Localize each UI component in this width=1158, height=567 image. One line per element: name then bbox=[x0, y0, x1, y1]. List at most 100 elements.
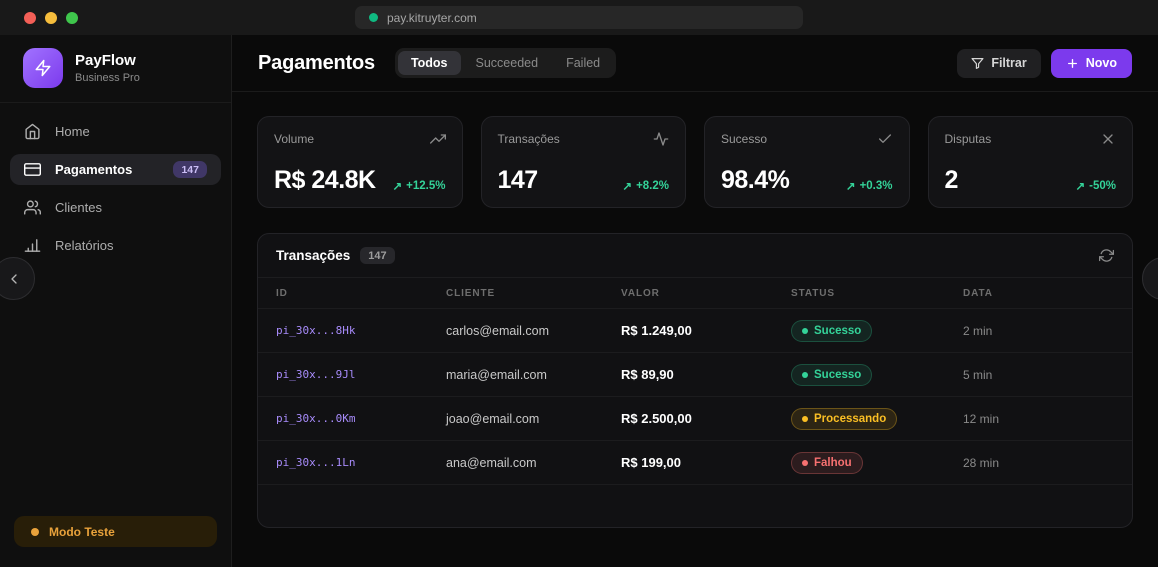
transaction-client: ana@email.com bbox=[446, 456, 621, 470]
transaction-amount: R$ 89,90 bbox=[621, 367, 791, 382]
table-footer-space bbox=[258, 484, 1132, 527]
url-text: pay.kitruyter.com bbox=[387, 11, 477, 25]
stat-label: Sucesso bbox=[721, 132, 767, 146]
sidebar: PayFlow Business Pro Home Pagamentos 147… bbox=[0, 35, 232, 567]
brand: PayFlow Business Pro bbox=[0, 35, 231, 103]
transaction-id: pi_30x...0Km bbox=[276, 412, 446, 425]
trend-arrow-icon: ↗ bbox=[846, 179, 856, 193]
status-dot-icon bbox=[802, 372, 808, 378]
trend-arrow-icon: ↗ bbox=[622, 179, 632, 193]
chevron-left-icon bbox=[6, 271, 22, 287]
payflow-logo bbox=[23, 48, 63, 88]
status-dot-icon bbox=[802, 416, 808, 422]
stat-value: 2 bbox=[945, 168, 958, 193]
transaction-amount: R$ 1.249,00 bbox=[621, 323, 791, 338]
transaction-client: carlos@email.com bbox=[446, 324, 621, 338]
x-icon bbox=[1100, 131, 1116, 147]
home-icon bbox=[24, 123, 41, 140]
stat-delta: ↗-50% bbox=[1076, 179, 1117, 193]
filter-tabs: Todos Succeeded Failed bbox=[395, 48, 616, 78]
column-header-cliente: CLIENTE bbox=[446, 288, 621, 299]
sidebar-item-pagamentos[interactable]: Pagamentos 147 bbox=[10, 154, 221, 185]
stats-row: Volume R$ 24.8K ↗+12.5% Transações 147 bbox=[257, 116, 1133, 208]
sidebar-item-home[interactable]: Home bbox=[10, 116, 221, 147]
stat-card-transacoes: Transações 147 ↗+8.2% bbox=[481, 116, 687, 208]
table-row[interactable]: pi_30x...0Km joao@email.com R$ 2.500,00 … bbox=[258, 396, 1132, 440]
refresh-button[interactable] bbox=[1099, 248, 1114, 263]
status-badge: Sucesso bbox=[791, 364, 872, 386]
users-icon bbox=[24, 199, 41, 216]
transaction-amount: R$ 2.500,00 bbox=[621, 411, 791, 426]
stat-card-sucesso: Sucesso 98.4% ↗+0.3% bbox=[704, 116, 910, 208]
tab-todos[interactable]: Todos bbox=[398, 51, 461, 75]
table-header-row: ID CLIENTE VALOR STATUS DATA bbox=[258, 277, 1132, 308]
address-bar[interactable]: pay.kitruyter.com bbox=[355, 6, 803, 29]
brand-name: PayFlow bbox=[75, 52, 140, 69]
status-dot-icon bbox=[802, 460, 808, 466]
transaction-id: pi_30x...1Ln bbox=[276, 456, 446, 469]
column-header-data: DATA bbox=[963, 288, 1114, 299]
transaction-amount: R$ 199,00 bbox=[621, 455, 791, 470]
status-badge: Processando bbox=[791, 408, 897, 430]
main-content: Pagamentos Todos Succeeded Failed Filtra… bbox=[232, 35, 1158, 567]
window-controls bbox=[24, 12, 78, 24]
stat-value: 147 bbox=[498, 168, 538, 193]
page-header: Pagamentos Todos Succeeded Failed Filtra… bbox=[232, 35, 1158, 92]
page-title: Pagamentos bbox=[258, 52, 375, 75]
transactions-card: Transações 147 ID CLIENTE VALOR STATUS D… bbox=[257, 233, 1133, 528]
trend-arrow-icon: ↗ bbox=[393, 179, 403, 193]
column-header-valor: VALOR bbox=[621, 288, 791, 299]
stat-label: Transações bbox=[498, 132, 560, 146]
sidebar-nav: Home Pagamentos 147 Clientes Relatórios bbox=[0, 103, 231, 274]
sidebar-item-clientes[interactable]: Clientes bbox=[10, 192, 221, 223]
minimize-window-button[interactable] bbox=[45, 12, 57, 24]
sidebar-item-label: Pagamentos bbox=[55, 162, 132, 177]
column-header-id: ID bbox=[276, 288, 446, 299]
transaction-client: maria@email.com bbox=[446, 368, 621, 382]
close-window-button[interactable] bbox=[24, 12, 36, 24]
sidebar-item-relatorios[interactable]: Relatórios bbox=[10, 230, 221, 261]
test-mode-dot-icon bbox=[31, 528, 39, 536]
bar-chart-icon bbox=[24, 237, 41, 254]
status-badge: Falhou bbox=[791, 452, 863, 474]
transaction-client: joao@email.com bbox=[446, 412, 621, 426]
stat-card-volume: Volume R$ 24.8K ↗+12.5% bbox=[257, 116, 463, 208]
table-row[interactable]: pi_30x...1Ln ana@email.com R$ 199,00 Fal… bbox=[258, 440, 1132, 484]
transaction-time: 28 min bbox=[963, 456, 1114, 470]
trending-up-icon bbox=[430, 131, 446, 147]
stat-delta: ↗+0.3% bbox=[846, 179, 893, 193]
stat-card-disputas: Disputas 2 ↗-50% bbox=[928, 116, 1134, 208]
stat-delta: ↗+8.2% bbox=[622, 179, 669, 193]
brand-subtitle: Business Pro bbox=[75, 72, 140, 84]
credit-card-icon bbox=[24, 161, 41, 178]
test-mode-label: Modo Teste bbox=[49, 525, 115, 539]
activity-icon bbox=[653, 131, 669, 147]
lightning-bolt-icon bbox=[34, 59, 52, 77]
status-dot-icon bbox=[802, 328, 808, 334]
column-header-status: STATUS bbox=[791, 288, 963, 299]
tab-succeeded[interactable]: Succeeded bbox=[463, 51, 552, 75]
transaction-id: pi_30x...9Jl bbox=[276, 368, 446, 381]
filter-button[interactable]: Filtrar bbox=[957, 49, 1040, 78]
table-row[interactable]: pi_30x...9Jl maria@email.com R$ 89,90 Su… bbox=[258, 352, 1132, 396]
transaction-time: 2 min bbox=[963, 324, 1114, 338]
transactions-count-badge: 147 bbox=[360, 247, 394, 264]
check-icon bbox=[877, 131, 893, 147]
stat-label: Volume bbox=[274, 132, 314, 146]
browser-titlebar: pay.kitruyter.com bbox=[0, 0, 1158, 35]
sidebar-item-label: Clientes bbox=[55, 200, 102, 215]
maximize-window-button[interactable] bbox=[66, 12, 78, 24]
stat-value: 98.4% bbox=[721, 168, 789, 193]
stat-label: Disputas bbox=[945, 132, 992, 146]
refresh-icon bbox=[1099, 248, 1114, 263]
stat-value: R$ 24.8K bbox=[274, 168, 376, 193]
new-payment-button[interactable]: Novo bbox=[1051, 49, 1132, 78]
test-mode-banner: Modo Teste bbox=[14, 516, 217, 547]
table-row[interactable]: pi_30x...8Hk carlos@email.com R$ 1.249,0… bbox=[258, 308, 1132, 352]
transactions-title: Transações bbox=[276, 248, 350, 263]
trend-arrow-icon: ↗ bbox=[1076, 179, 1086, 193]
plus-icon bbox=[1066, 57, 1079, 70]
pagamentos-count-badge: 147 bbox=[173, 161, 207, 178]
tab-failed[interactable]: Failed bbox=[553, 51, 613, 75]
stat-delta: ↗+12.5% bbox=[393, 179, 446, 193]
